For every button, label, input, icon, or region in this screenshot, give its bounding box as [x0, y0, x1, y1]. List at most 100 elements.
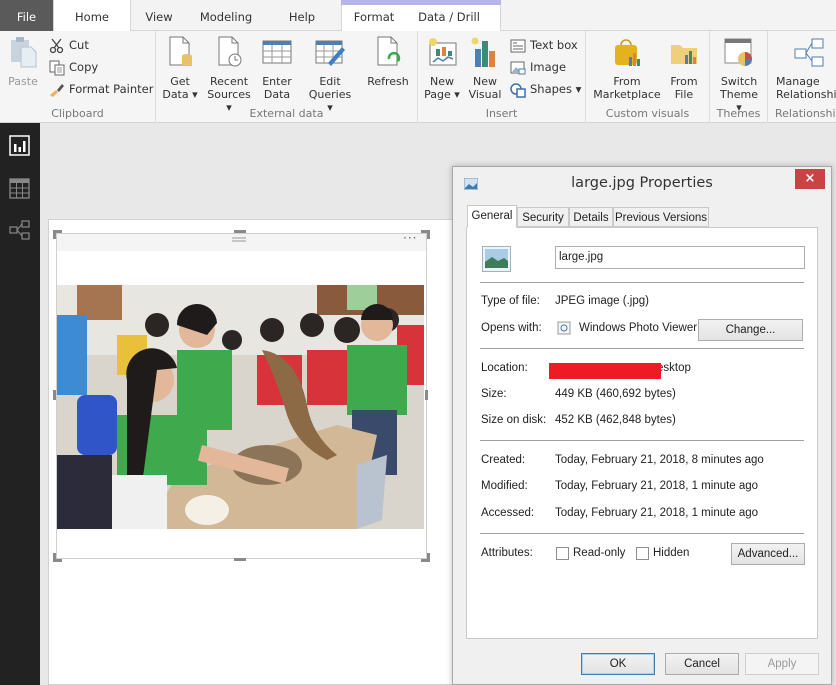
redaction-box	[549, 363, 661, 379]
resize-corner-bottom-left[interactable]	[53, 553, 62, 562]
tab-view[interactable]: View	[140, 0, 178, 31]
tab-previous-versions[interactable]: Previous Versions	[613, 207, 709, 227]
ok-button[interactable]: OK	[581, 653, 655, 675]
theme-palette-icon	[723, 35, 755, 69]
type-label: Type of file:	[481, 295, 540, 307]
opens-with-value: Windows Photo Viewer	[579, 322, 698, 334]
text-box-button[interactable]: Text box	[510, 35, 578, 55]
tab-data-drill[interactable]: Data / Drill	[414, 0, 484, 31]
tab-details[interactable]: Details	[569, 207, 613, 227]
shapes-icon	[510, 82, 526, 98]
group-external-data: Get Data ▾ Recent Sources ▾ Enter Data E…	[156, 31, 418, 123]
dialog-title-bar[interactable]: large.jpg Properties ×	[453, 167, 831, 199]
table-grid-icon	[261, 35, 293, 69]
get-data-button[interactable]: Get Data ▾	[162, 35, 198, 101]
photo-image	[57, 285, 424, 529]
paste-icon	[7, 35, 39, 69]
from-file-button[interactable]: From File	[666, 35, 702, 101]
resize-corner-top-left[interactable]	[53, 230, 62, 239]
tab-security[interactable]: Security	[517, 207, 569, 227]
hidden-checkbox[interactable]	[636, 547, 649, 560]
type-value: JPEG image (.jpg)	[555, 295, 649, 307]
close-button[interactable]: ×	[795, 169, 825, 189]
resize-handle-top[interactable]	[234, 230, 246, 233]
relationships-icon	[793, 35, 825, 69]
tab-help[interactable]: Help	[282, 0, 322, 31]
divider	[480, 440, 804, 441]
recent-sources-button[interactable]: Recent Sources ▾	[204, 35, 254, 114]
view-switcher-nav	[0, 123, 40, 685]
location-value: esktop	[657, 362, 691, 374]
created-label: Created:	[481, 454, 526, 466]
change-button[interactable]: Change...	[698, 319, 803, 341]
size-on-disk-label: Size on disk:	[481, 414, 547, 426]
tab-general[interactable]: General	[467, 205, 517, 228]
advanced-button[interactable]: Advanced...	[731, 543, 805, 565]
opens-with-label: Opens with:	[481, 322, 542, 334]
size-on-disk-value: 452 KB (462,848 bytes)	[555, 414, 676, 426]
photo-viewer-icon	[557, 321, 571, 335]
new-page-button[interactable]: New Page ▾	[424, 35, 460, 101]
from-marketplace-button[interactable]: From Marketplace	[592, 35, 662, 101]
paintbrush-icon	[49, 82, 65, 98]
apply-button[interactable]: Apply	[745, 653, 819, 675]
shapes-button[interactable]: Shapes ▾	[510, 79, 581, 99]
divider	[480, 348, 804, 349]
read-only-checkbox[interactable]	[556, 547, 569, 560]
tab-format[interactable]: Format	[349, 0, 399, 31]
general-tab-panel: large.jpg Type of file: JPEG image (.jpg…	[466, 227, 818, 639]
group-insert: New Page ▾ New Visual Text box Image Sha…	[418, 31, 586, 123]
group-clipboard: Paste Cut Copy Format Painter Clipboard	[0, 31, 156, 123]
drag-grip-icon[interactable]	[232, 234, 246, 243]
power-bi-desktop-window: File Home View Modeling Help Format Data…	[0, 0, 836, 685]
location-label: Location:	[481, 362, 528, 374]
modified-value: Today, February 21, 2018, 1 minute ago	[555, 480, 759, 492]
tab-modeling[interactable]: Modeling	[194, 0, 258, 31]
enter-data-button[interactable]: Enter Data	[259, 35, 295, 101]
attributes-label: Attributes:	[481, 547, 533, 559]
scissors-icon	[49, 38, 65, 54]
resize-handle-bottom[interactable]	[234, 558, 246, 561]
copy-button[interactable]: Copy	[49, 57, 98, 77]
edit-table-icon	[314, 35, 346, 69]
size-value: 449 KB (460,692 bytes)	[555, 388, 676, 400]
refresh-icon	[372, 35, 404, 69]
paste-button[interactable]: Paste	[6, 35, 40, 88]
accessed-label: Accessed:	[481, 507, 535, 519]
edit-queries-button[interactable]: Edit Queries ▾	[306, 35, 354, 114]
hidden-label[interactable]: Hidden	[653, 547, 689, 559]
group-custom-visuals: From Marketplace From File Custom visual…	[586, 31, 710, 123]
report-view-icon[interactable]	[9, 135, 30, 156]
read-only-label[interactable]: Read-only	[573, 547, 625, 559]
manage-relationships-button[interactable]: Manage Relationshi	[774, 35, 836, 101]
cancel-button[interactable]: Cancel	[665, 653, 739, 675]
accessed-value: Today, February 21, 2018, 1 minute ago	[555, 507, 759, 519]
new-visual-button[interactable]: New Visual	[468, 35, 502, 101]
cut-button[interactable]: Cut	[49, 35, 89, 55]
divider	[480, 282, 804, 283]
image-button[interactable]: Image	[510, 57, 566, 77]
refresh-button[interactable]: Refresh	[366, 35, 410, 88]
tab-home[interactable]: Home	[53, 0, 131, 32]
new-visual-icon	[469, 35, 501, 69]
resize-handle-right[interactable]	[425, 390, 428, 400]
switch-theme-button[interactable]: Switch Theme ▾	[716, 35, 762, 114]
resize-corner-top-right[interactable]	[421, 230, 430, 239]
tab-file[interactable]: File	[0, 0, 53, 31]
format-painter-button[interactable]: Format Painter	[49, 79, 153, 99]
filename-input[interactable]: large.jpg	[555, 246, 805, 269]
new-page-icon	[426, 35, 458, 69]
data-view-icon[interactable]	[9, 178, 30, 199]
ribbon-tab-bar: File Home View Modeling Help Format Data…	[0, 0, 836, 32]
group-themes: Switch Theme ▾ Themes	[710, 31, 768, 123]
dialog-title: large.jpg Properties	[571, 175, 713, 191]
resize-handle-left[interactable]	[53, 390, 56, 400]
folder-chart-icon	[668, 35, 700, 69]
text-box-icon	[510, 38, 526, 54]
file-properties-dialog: large.jpg Properties × General Security …	[452, 166, 832, 685]
database-doc-icon	[164, 35, 196, 69]
marketplace-bag-icon	[611, 35, 643, 69]
relationship-view-icon[interactable]	[9, 220, 30, 241]
more-options-button[interactable]: ···	[403, 231, 417, 245]
resize-corner-bottom-right[interactable]	[421, 553, 430, 562]
